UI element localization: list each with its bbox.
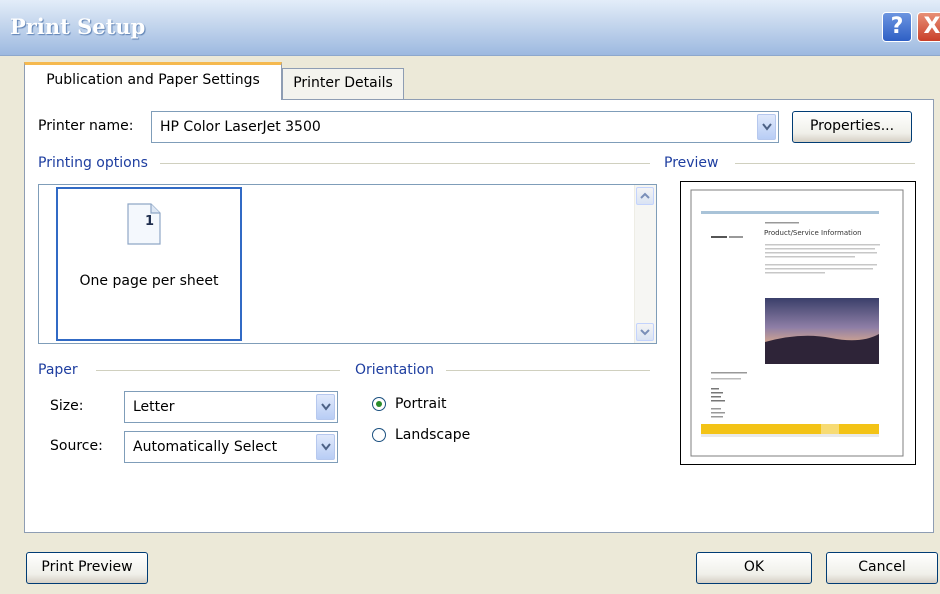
chevron-down-icon[interactable] <box>316 434 335 460</box>
scrollbar[interactable] <box>634 185 656 343</box>
orientation-divider <box>446 370 650 371</box>
preview-doc-title: Product/Service Information <box>764 229 862 237</box>
paper-title: Paper <box>38 362 84 378</box>
cancel-button[interactable]: Cancel <box>826 552 938 584</box>
tab-printer-details[interactable]: Printer Details <box>282 68 404 100</box>
title-bar: Print Setup ? X <box>0 0 940 56</box>
source-label: Source: <box>50 438 103 454</box>
source-value: Automatically Select <box>133 439 278 455</box>
printer-name-label: Printer name: <box>38 118 134 134</box>
chevron-down-icon[interactable] <box>757 114 776 140</box>
print-preview-button[interactable]: Print Preview <box>26 552 148 584</box>
scroll-up-button[interactable] <box>636 187 654 205</box>
page-number-label: 1 <box>145 214 155 229</box>
properties-button[interactable]: Properties... <box>792 111 912 143</box>
portrait-radio[interactable] <box>372 397 386 411</box>
paper-divider <box>96 370 340 371</box>
size-value: Letter <box>133 399 175 415</box>
scroll-down-button[interactable] <box>636 323 654 341</box>
tab-publication-and-paper-settings[interactable]: Publication and Paper Settings <box>24 62 282 100</box>
portrait-label[interactable]: Portrait <box>395 396 446 412</box>
window-title: Print Setup <box>10 14 146 39</box>
printer-name-select[interactable]: HP Color LaserJet 3500 <box>151 111 779 143</box>
one-page-per-sheet-option[interactable]: 1 One page per sheet <box>56 187 242 341</box>
preview-box: Product/Service Information <box>680 181 916 465</box>
radio-dot-icon <box>376 401 382 407</box>
landscape-radio[interactable] <box>372 428 386 442</box>
landscape-label[interactable]: Landscape <box>395 427 470 443</box>
size-label: Size: <box>50 398 84 414</box>
preview-title: Preview <box>664 155 725 171</box>
printing-options-divider <box>160 163 650 164</box>
close-icon[interactable]: X <box>917 12 940 42</box>
printing-options-title: Printing options <box>38 155 154 171</box>
ok-button[interactable]: OK <box>696 552 812 584</box>
orientation-title: Orientation <box>355 362 441 378</box>
printing-options-list[interactable]: 1 One page per sheet <box>38 184 657 344</box>
chevron-down-icon[interactable] <box>316 394 335 420</box>
source-select[interactable]: Automatically Select <box>124 431 338 463</box>
preview-divider <box>735 163 915 164</box>
help-icon[interactable]: ? <box>882 12 912 42</box>
page-icon <box>127 203 161 245</box>
one-page-per-sheet-label: One page per sheet <box>79 273 219 289</box>
printer-name-value: HP Color LaserJet 3500 <box>160 119 321 135</box>
preview-page-image <box>690 189 904 457</box>
size-select[interactable]: Letter <box>124 391 338 423</box>
